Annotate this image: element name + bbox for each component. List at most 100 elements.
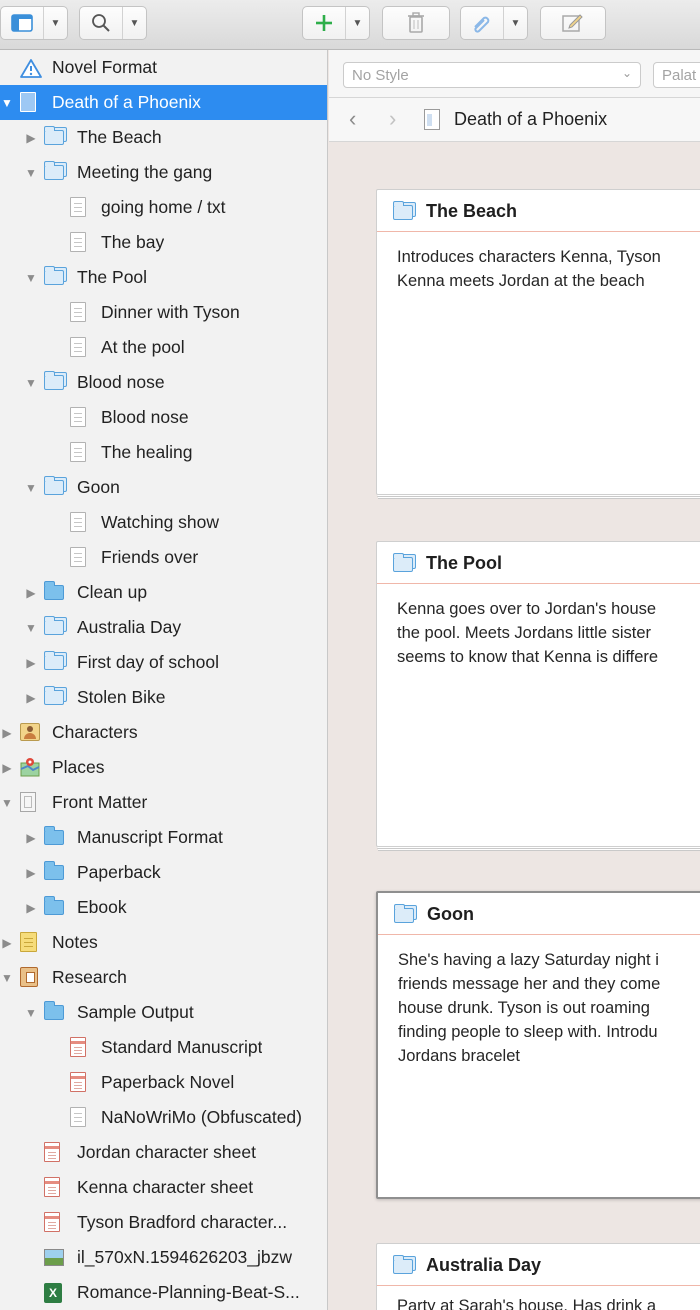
binder-item[interactable]: The healing	[0, 435, 327, 470]
binder-item[interactable]: X Romance-Planning-Beat-S...	[0, 1275, 327, 1310]
chevron-down-icon: ▼	[129, 17, 140, 29]
folder-stack-icon	[43, 126, 64, 145]
folder-icon	[43, 896, 64, 915]
binder-item[interactable]: ▶ The Beach	[0, 120, 327, 155]
font-family-select[interactable]: Palat	[653, 62, 700, 88]
binder-item-label: Paperback Novel	[101, 1072, 235, 1092]
binder-item[interactable]: ▼ The Pool	[0, 260, 327, 295]
binder-item[interactable]: ▼ Meeting the gang	[0, 155, 327, 190]
binder-item[interactable]: ▼ Front Matter	[0, 785, 327, 820]
binder-item[interactable]: Watching show	[0, 505, 327, 540]
binder-item[interactable]: Novel Format	[0, 50, 327, 85]
binder-item[interactable]: Kenna character sheet	[0, 1170, 327, 1205]
binder-item[interactable]: ▶ Stolen Bike	[0, 680, 327, 715]
binder-item[interactable]: il_570xN.1594626203_jbzw	[0, 1240, 327, 1275]
view-mode-button[interactable]: ▼	[0, 6, 68, 40]
disclosure-closed-icon[interactable]: ▶	[0, 726, 14, 740]
disclosure-open-icon[interactable]: ▼	[24, 481, 38, 495]
binder-item[interactable]: ▶ Ebook	[0, 890, 327, 925]
binder-item[interactable]: ▼ Blood nose	[0, 365, 327, 400]
card-title[interactable]: The Beach	[426, 201, 517, 222]
binder-item[interactable]: ▶ Characters	[0, 715, 327, 750]
binder-item[interactable]: ▶ Notes	[0, 925, 327, 960]
disclosure-open-icon[interactable]: ▼	[24, 376, 38, 390]
disclosure-open-icon[interactable]: ▼	[0, 796, 14, 810]
card-title[interactable]: The Pool	[426, 553, 502, 574]
binder-item[interactable]: ▶ Clean up	[0, 575, 327, 610]
disclosure-closed-icon[interactable]: ▶	[24, 131, 38, 145]
disclosure-closed-icon[interactable]: ▶	[24, 691, 38, 705]
card-synopsis[interactable]: Introduces characters Kenna, Tyson Kenna…	[397, 245, 700, 293]
binder-item-label: Blood nose	[101, 407, 189, 427]
disclosure-closed-icon[interactable]: ▶	[24, 586, 38, 600]
binder-item[interactable]: ▶ Manuscript Format	[0, 820, 327, 855]
forward-arrow-icon[interactable]: ›	[389, 106, 396, 132]
binder-item[interactable]: Jordan character sheet	[0, 1135, 327, 1170]
disclosure-open-icon[interactable]: ▼	[0, 96, 14, 110]
disclosure-closed-icon[interactable]: ▶	[24, 831, 38, 845]
binder-item[interactable]: At the pool	[0, 330, 327, 365]
binder-item[interactable]: ▼ Research	[0, 960, 327, 995]
search-button[interactable]: ▼	[79, 6, 147, 40]
disclosure-closed-icon[interactable]: ▶	[0, 936, 14, 950]
index-card[interactable]: The Beach Introduces characters Kenna, T…	[376, 189, 700, 495]
binder-item-label: Research	[52, 967, 127, 987]
binder-item[interactable]: ▶ First day of school	[0, 645, 327, 680]
card-header: The Pool	[377, 542, 700, 584]
compose-icon	[562, 14, 583, 32]
binder-item-label: Ebook	[77, 897, 127, 917]
delete-button[interactable]	[382, 6, 450, 40]
disclosure-closed-icon[interactable]: ▶	[24, 901, 38, 915]
card-title[interactable]: Goon	[427, 904, 474, 925]
binder-item[interactable]: ▼ Australia Day	[0, 610, 327, 645]
binder-item-label: First day of school	[77, 652, 219, 672]
disclosure-closed-icon[interactable]: ▶	[0, 761, 14, 775]
paragraph-style-value: No Style	[352, 67, 409, 84]
disclosure-open-icon[interactable]: ▼	[24, 166, 38, 180]
binder-item[interactable]: going home / txt	[0, 190, 327, 225]
warning-icon	[20, 58, 42, 78]
disclosure-closed-icon[interactable]: ▶	[24, 866, 38, 880]
binder-item[interactable]: ▼ Goon	[0, 470, 327, 505]
binder-item-label: Sample Output	[77, 1002, 194, 1022]
folder-stack-icon	[43, 651, 64, 670]
index-card-selected[interactable]: Goon She's having a lazy Saturday night …	[376, 891, 700, 1199]
card-synopsis[interactable]: Party at Sarah's house. Has drink a	[397, 1294, 700, 1310]
binder-item[interactable]: ▶ Places	[0, 750, 327, 785]
binder-item[interactable]: The bay	[0, 225, 327, 260]
folder-stack-icon	[43, 476, 64, 495]
paragraph-style-select[interactable]: No Style ⌄	[343, 62, 641, 88]
binder-item-label: Manuscript Format	[77, 827, 223, 847]
binder-item-label: Tyson Bradford character...	[77, 1212, 288, 1232]
binder-item[interactable]: Tyson Bradford character...	[0, 1205, 327, 1240]
disclosure-open-icon[interactable]: ▼	[24, 1006, 38, 1020]
card-header: The Beach	[377, 190, 700, 232]
disclosure-closed-icon[interactable]: ▶	[24, 656, 38, 670]
binder-item[interactable]: NaNoWriMo (Obfuscated)	[0, 1100, 327, 1135]
index-card[interactable]: The Pool Kenna goes over to Jordan's hou…	[376, 541, 700, 847]
compose-button[interactable]	[540, 6, 606, 40]
binder-item-label: Meeting the gang	[77, 162, 213, 182]
characters-icon	[20, 723, 40, 741]
binder-item-label: The Beach	[77, 127, 162, 147]
card-title[interactable]: Australia Day	[426, 1255, 541, 1276]
binder-item[interactable]: Blood nose	[0, 400, 327, 435]
text-document-icon	[70, 197, 86, 217]
disclosure-open-icon[interactable]: ▼	[0, 971, 14, 985]
binder-item[interactable]: ▼ Death of a Phoenix	[0, 85, 327, 120]
attach-button[interactable]: ▼	[460, 6, 528, 40]
add-button[interactable]: ▼	[302, 6, 370, 40]
disclosure-open-icon[interactable]: ▼	[24, 621, 38, 635]
binder-item[interactable]: ▶ Paperback	[0, 855, 327, 890]
card-synopsis[interactable]: She's having a lazy Saturday night i fri…	[398, 948, 700, 1068]
index-card[interactable]: Australia Day Party at Sarah's house. Ha…	[376, 1243, 700, 1310]
binder-item[interactable]: Friends over	[0, 540, 327, 575]
back-arrow-icon[interactable]: ‹	[349, 106, 356, 132]
binder-item[interactable]: Dinner with Tyson	[0, 295, 327, 330]
card-synopsis[interactable]: Kenna goes over to Jordan's house the po…	[397, 597, 700, 669]
disclosure-open-icon[interactable]: ▼	[24, 271, 38, 285]
binder-item[interactable]: Paperback Novel	[0, 1065, 327, 1100]
front-matter-icon	[20, 792, 36, 812]
binder-item[interactable]: Standard Manuscript	[0, 1030, 327, 1065]
binder-item[interactable]: ▼ Sample Output	[0, 995, 327, 1030]
